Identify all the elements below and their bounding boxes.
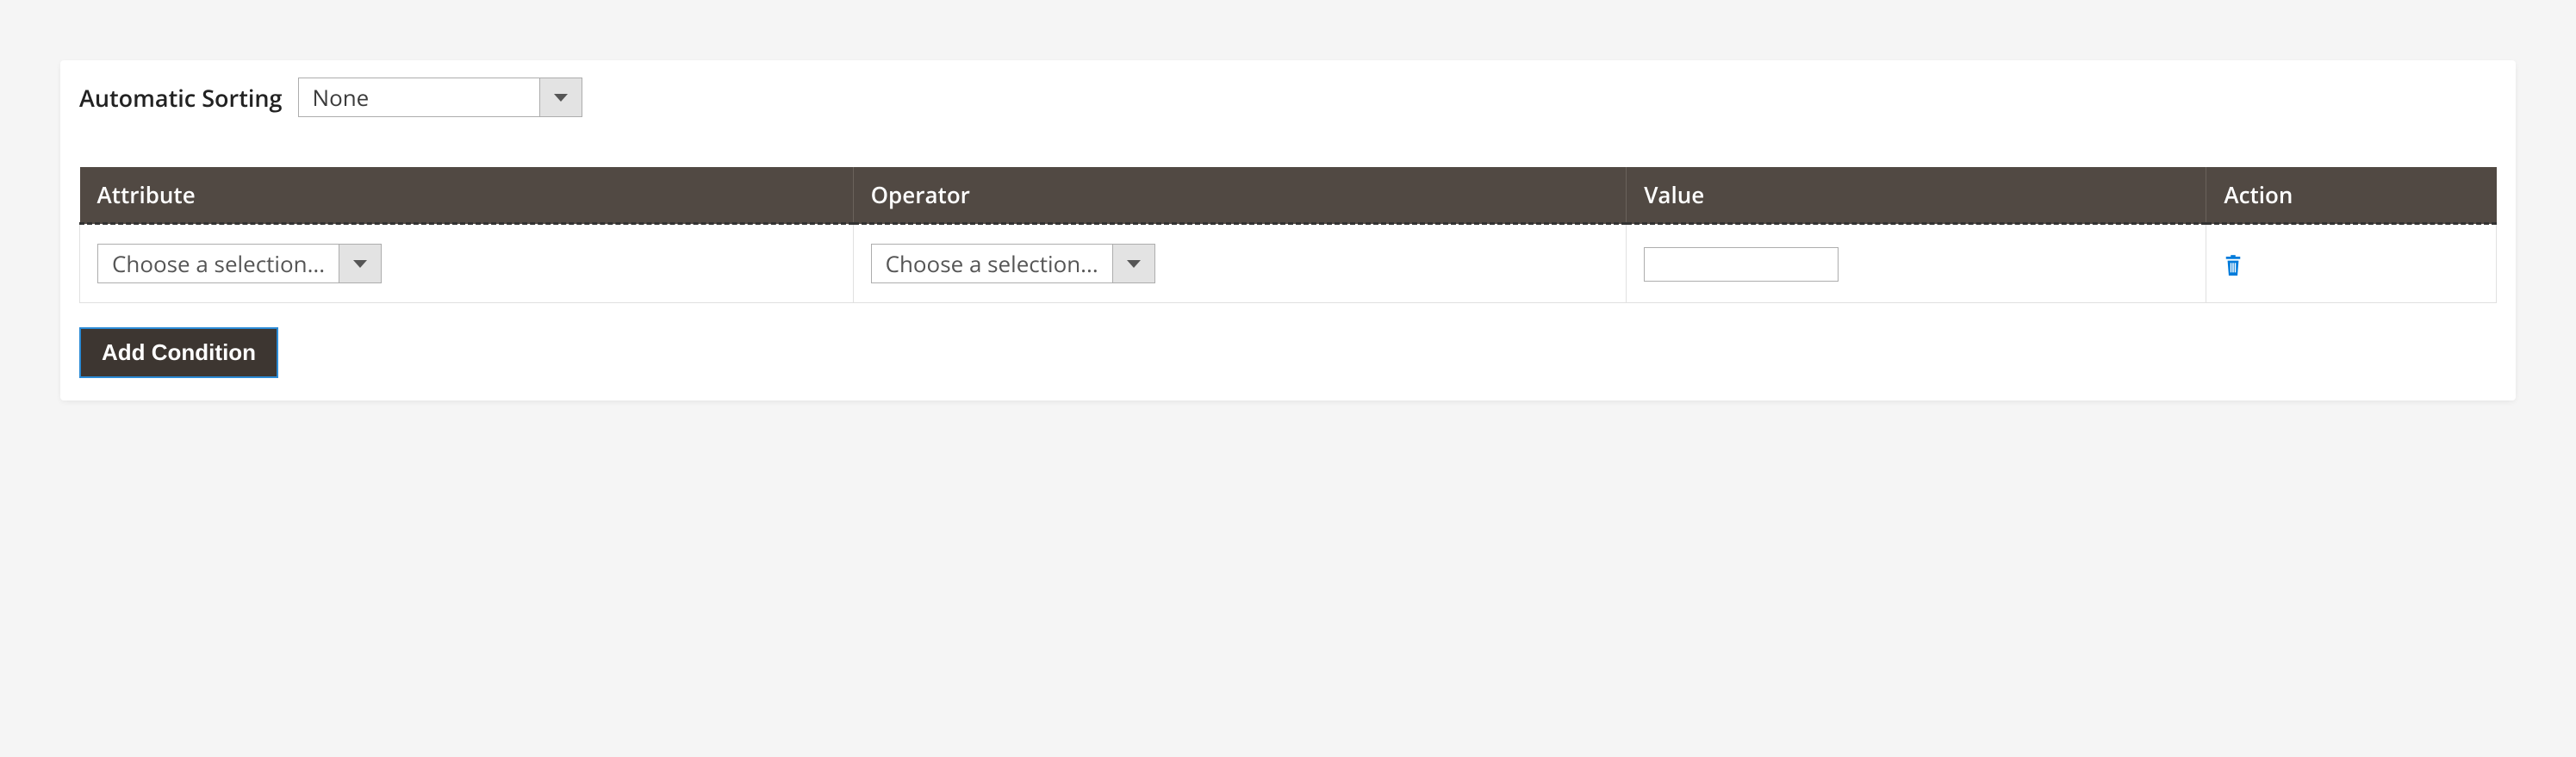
header-action: Action <box>2206 167 2497 224</box>
add-condition-button[interactable]: Add Condition <box>79 327 278 378</box>
header-value: Value <box>1627 167 2206 224</box>
cell-operator: Choose a selection... <box>853 224 1627 303</box>
value-input[interactable] <box>1644 247 1839 282</box>
trash-icon <box>2224 255 2243 277</box>
header-operator: Operator <box>853 167 1627 224</box>
attribute-select[interactable]: Choose a selection... <box>97 244 382 283</box>
automatic-sorting-label: Automatic Sorting <box>79 82 283 114</box>
cell-value <box>1627 224 2206 303</box>
automatic-sorting-select[interactable]: None <box>298 78 582 117</box>
automatic-sorting-value: None <box>298 78 539 117</box>
header-attribute: Attribute <box>80 167 854 224</box>
conditions-panel: Automatic Sorting None Attribute Operato… <box>60 60 2516 400</box>
caret-down-icon <box>353 260 367 268</box>
cell-attribute: Choose a selection... <box>80 224 854 303</box>
conditions-header-row: Attribute Operator Value Action <box>80 167 2497 224</box>
operator-dropdown-button[interactable] <box>1112 244 1155 283</box>
operator-select-value: Choose a selection... <box>871 244 1112 283</box>
conditions-table: Attribute Operator Value Action Choose a… <box>79 167 2497 303</box>
attribute-select-value: Choose a selection... <box>97 244 339 283</box>
condition-row: Choose a selection... Choose a selection… <box>80 224 2497 303</box>
caret-down-icon <box>1127 260 1141 268</box>
caret-down-icon <box>554 94 568 102</box>
cell-action <box>2206 224 2497 303</box>
delete-row-button[interactable] <box>2224 248 2243 279</box>
attribute-dropdown-button[interactable] <box>339 244 382 283</box>
automatic-sorting-dropdown-button[interactable] <box>539 78 582 117</box>
operator-select[interactable]: Choose a selection... <box>871 244 1155 283</box>
automatic-sorting-row: Automatic Sorting None <box>79 78 2497 117</box>
